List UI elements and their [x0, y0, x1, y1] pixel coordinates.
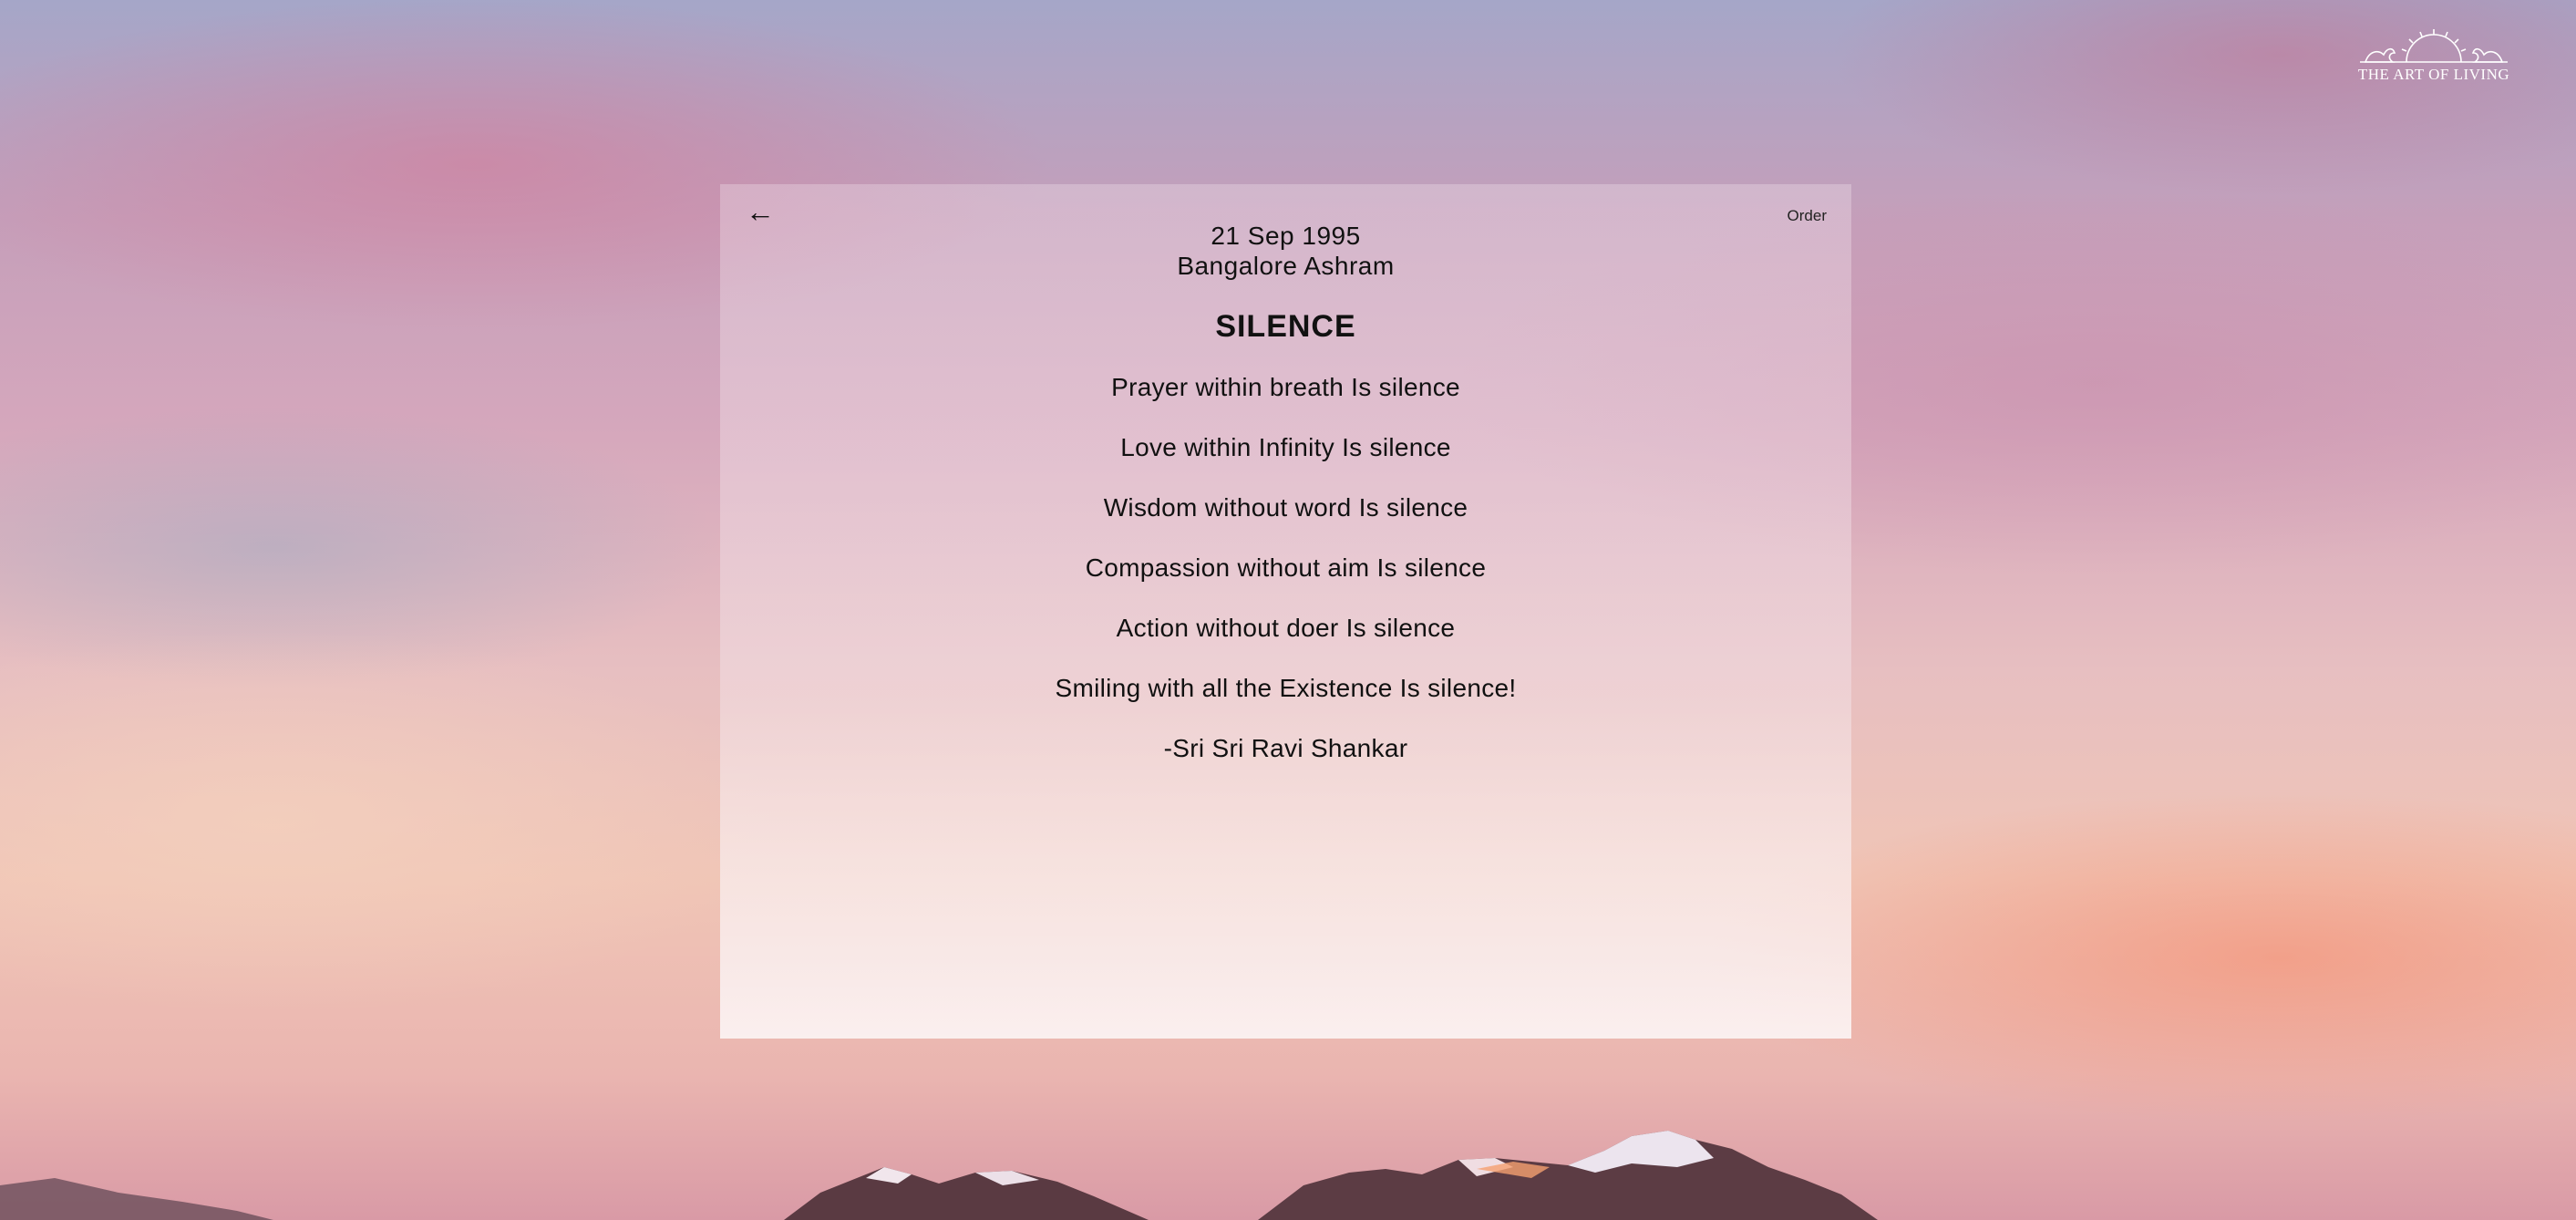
- art-of-living-logo[interactable]: THE ART OF LIVING: [2352, 27, 2516, 100]
- quote-line: Prayer within breath Is silence: [1111, 373, 1460, 401]
- quote-place: Bangalore Ashram: [1177, 252, 1395, 280]
- quote-card: ← Order 21 Sep 1995 Bangalore Ashram SIL…: [720, 184, 1851, 1039]
- quote-author: -Sri Sri Ravi Shankar: [1163, 734, 1408, 762]
- logo-text: THE ART OF LIVING: [2357, 66, 2510, 83]
- quote-content: 21 Sep 1995 Bangalore Ashram SILENCE Pra…: [720, 221, 1851, 764]
- quote-date: 21 Sep 1995: [1211, 222, 1361, 250]
- mountain-range: [0, 1131, 1878, 1220]
- quote-line: Compassion without aim Is silence: [1085, 553, 1487, 582]
- sunrise-swans-icon: [2360, 29, 2508, 63]
- quote-line: Action without doer Is silence: [1116, 614, 1456, 642]
- quote-line: Wisdom without word Is silence: [1103, 493, 1468, 522]
- quote-title: SILENCE: [1215, 309, 1356, 344]
- quote-line: Love within Infinity Is silence: [1120, 433, 1451, 461]
- quote-line: Smiling with all the Existence Is silenc…: [1055, 674, 1517, 702]
